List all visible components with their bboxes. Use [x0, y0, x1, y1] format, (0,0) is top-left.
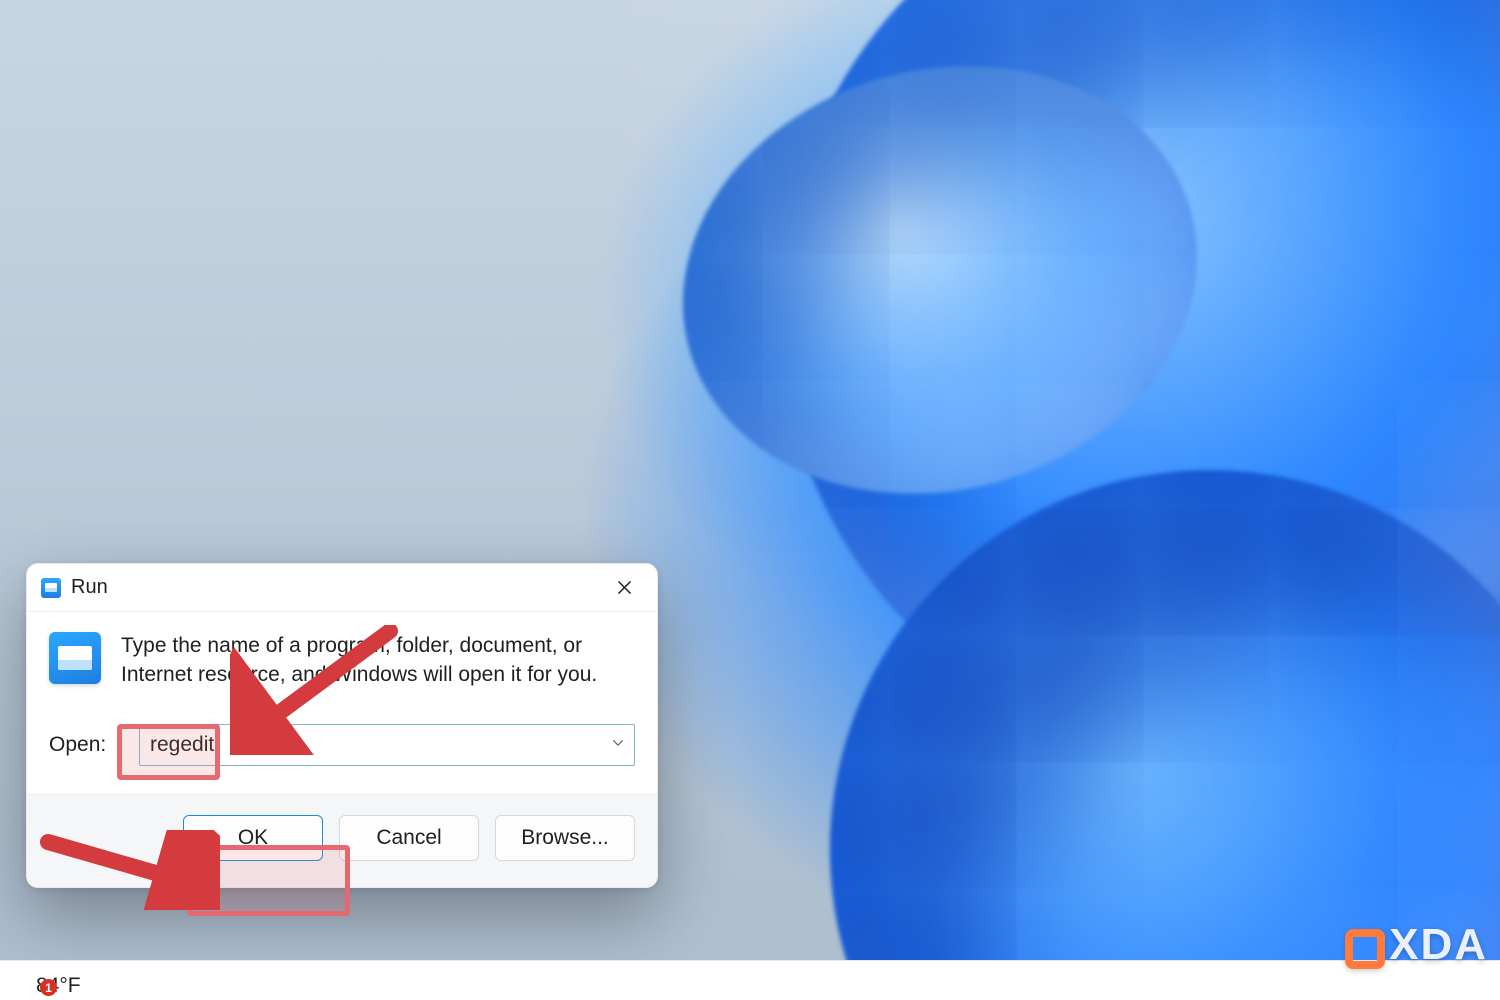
run-large-icon — [49, 632, 101, 684]
taskbar[interactable]: 1 84°F — [0, 960, 1500, 1000]
run-dialog: Run Type the name of a program, folder, … — [26, 563, 658, 888]
open-input[interactable] — [139, 724, 635, 766]
dialog-description: Type the name of a program, folder, docu… — [121, 632, 635, 690]
browse-button[interactable]: Browse... — [495, 815, 635, 861]
close-button[interactable] — [599, 567, 649, 609]
dialog-title: Run — [71, 576, 108, 599]
dialog-content: Type the name of a program, folder, docu… — [27, 612, 657, 794]
run-app-icon — [41, 578, 61, 598]
xda-watermark: XDA — [1345, 920, 1488, 970]
weather-widget[interactable]: 1 84°F — [26, 974, 81, 998]
close-icon — [617, 580, 632, 595]
dialog-footer: OK Cancel Browse... — [27, 794, 657, 887]
ok-button[interactable]: OK — [183, 815, 323, 861]
notification-badge: 1 — [40, 979, 57, 996]
dialog-titlebar[interactable]: Run — [27, 564, 657, 612]
xda-logo-icon — [1345, 929, 1385, 969]
xda-text: XDA — [1389, 920, 1488, 970]
cancel-button[interactable]: Cancel — [339, 815, 479, 861]
open-label: Open: — [49, 733, 119, 757]
open-combobox[interactable] — [139, 724, 635, 766]
